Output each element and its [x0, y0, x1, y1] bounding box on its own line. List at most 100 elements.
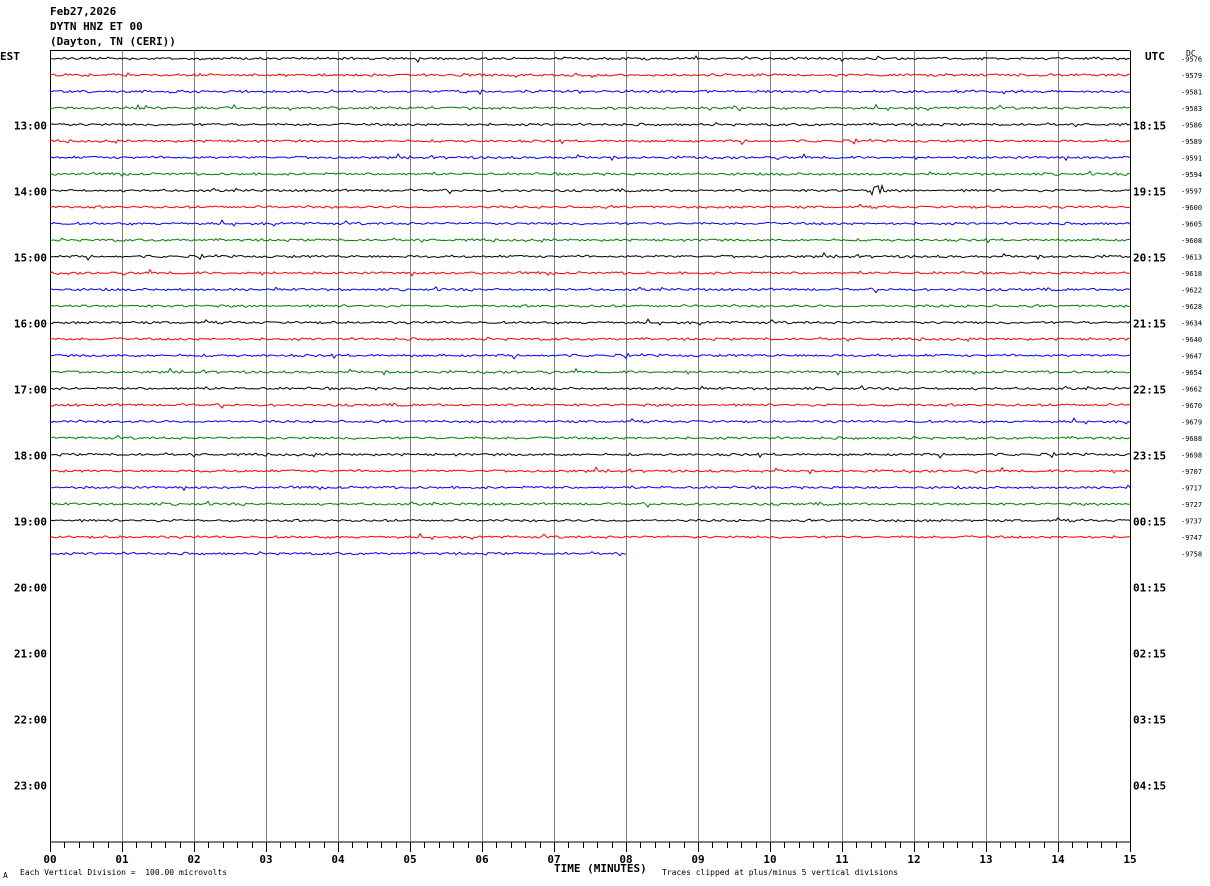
trace-row: [49, 251, 1131, 261]
trace-row: [49, 103, 1131, 112]
trace-row: [50, 203, 1131, 210]
trace-row: [49, 303, 1131, 309]
trace-row: [49, 367, 1131, 376]
dc-offset-label: -9600: [1181, 204, 1202, 212]
utc-hour-label: 20:15: [1133, 252, 1166, 265]
trace-row: [49, 72, 1131, 79]
dc-offset-label: -9605: [1181, 221, 1202, 229]
trace-row: [49, 500, 1131, 508]
dc-offset-label: -9597: [1181, 188, 1202, 196]
dc-offset-label: -9583: [1181, 105, 1202, 113]
dc-offset-label: -9634: [1181, 320, 1202, 328]
trace-row: [49, 517, 1131, 523]
x-tick-label: 04: [331, 853, 345, 866]
trace-row: [50, 170, 1131, 177]
x-tick-label: 02: [187, 853, 200, 866]
dc-offset-label: -9613: [1181, 254, 1202, 262]
trace-row: [49, 152, 1131, 162]
trace-row: [49, 466, 1131, 475]
trace-row: [49, 336, 1131, 342]
x-tick-label: 05: [403, 853, 416, 866]
x-tick-label: 14: [1051, 853, 1065, 866]
helicorder-plot: 00 01 02 03 04 05 06 07 08 09 10 11 12 13 14 15-9576-95…: [14, 50, 1202, 866]
trace-row: [49, 55, 1131, 63]
est-hour-label: 15:00: [14, 252, 47, 265]
trace-row: [49, 402, 1131, 409]
dc-offset-label: -9707: [1181, 468, 1202, 476]
dc-offset-label: -9758: [1181, 551, 1202, 559]
dc-offset-label: -9737: [1181, 518, 1202, 526]
est-hour-label: 22:00: [14, 714, 47, 727]
dc-offset-label: -9727: [1181, 501, 1202, 509]
dc-offset-label: -9622: [1181, 287, 1202, 295]
x-tick-label: 03: [259, 853, 272, 866]
dc-offset-label: -9618: [1181, 270, 1202, 278]
est-hour-label: 21:00: [14, 648, 47, 661]
clip-note: Traces clipped at plus/minus 5 vertical …: [662, 868, 899, 877]
trace-row: [49, 219, 1131, 227]
utc-hour-label: 23:15: [1133, 450, 1166, 463]
utc-hour-label: 01:15: [1133, 582, 1166, 595]
est-hour-label: 23:00: [14, 780, 47, 793]
x-tick-label: 06: [475, 853, 489, 866]
est-hour-label: 17:00: [14, 384, 47, 397]
utc-hour-label: 21:15: [1133, 318, 1166, 331]
utc-hour-label: 04:15: [1133, 780, 1166, 793]
dc-offset-label: -9654: [1181, 369, 1202, 377]
trace-row: [49, 352, 1131, 360]
dc-offset-label: -9698: [1181, 452, 1202, 460]
x-tick-label: 11: [835, 853, 849, 866]
trace-row: [49, 183, 1131, 197]
dc-offset-label: -9679: [1181, 419, 1202, 427]
trace-row: [49, 285, 1131, 294]
dc-offset-label: -9586: [1181, 122, 1202, 130]
x-tick-label: 13: [979, 853, 992, 866]
utc-hour-label: 03:15: [1133, 714, 1166, 727]
trace-row: [49, 532, 1131, 541]
trace-row: [49, 484, 1131, 492]
x-tick-label: 09: [691, 853, 704, 866]
dc-offset-label: -9688: [1181, 435, 1202, 443]
dc-offset-label: -9662: [1181, 386, 1202, 394]
trace-row: [49, 137, 1131, 146]
trace-row: [49, 89, 1131, 96]
est-hour-label: 20:00: [14, 582, 47, 595]
utc-hour-label: 02:15: [1133, 648, 1166, 661]
network-mark: A: [3, 871, 8, 880]
dc-offset-label: -9589: [1181, 138, 1202, 146]
utc-hour-label: 00:15: [1133, 516, 1166, 529]
dc-offset-label: -9608: [1181, 237, 1202, 245]
est-hour-label: 19:00: [14, 516, 47, 529]
utc-hour-label: 18:15: [1133, 120, 1166, 133]
trace-row: [49, 417, 1131, 425]
trace-row: [49, 237, 1131, 244]
trace-row: [49, 122, 1131, 128]
trace-row: [50, 384, 1131, 391]
utc-hour-label: 19:15: [1133, 186, 1166, 199]
utc-hour-label: 22:15: [1133, 384, 1166, 397]
est-hour-label: 18:00: [14, 450, 47, 463]
dc-offset-label: -9717: [1181, 485, 1202, 493]
dc-offset-label: -9576: [1181, 56, 1202, 64]
trace-row: [49, 268, 1130, 277]
vertical-scale-note: Each Vertical Division = 100.00 microvol…: [20, 868, 228, 877]
est-hour-label: 13:00: [14, 120, 47, 133]
x-tick-label: 01: [115, 853, 129, 866]
x-tick-label: 12: [907, 853, 920, 866]
dc-offset-label: -9594: [1181, 171, 1202, 179]
x-tick-label: 10: [763, 853, 776, 866]
est-hour-label: 14:00: [14, 186, 47, 199]
x-tick-label: 15: [1123, 853, 1136, 866]
dc-offset-label: -9747: [1181, 534, 1202, 542]
trace-row: [49, 451, 1130, 459]
trace-row: [49, 318, 1131, 326]
dc-offset-label: -9670: [1181, 402, 1202, 410]
trace-row: [49, 434, 1131, 441]
dc-offset-label: -9640: [1181, 336, 1202, 344]
dc-offset-label: -9628: [1181, 303, 1202, 311]
dc-offset-label: -9591: [1181, 155, 1202, 163]
x-axis-title: TIME (MINUTES): [554, 862, 647, 875]
dc-offset-label: -9579: [1181, 72, 1202, 80]
x-tick-label: 00: [43, 853, 56, 866]
dc-offset-label: -9581: [1181, 89, 1202, 97]
